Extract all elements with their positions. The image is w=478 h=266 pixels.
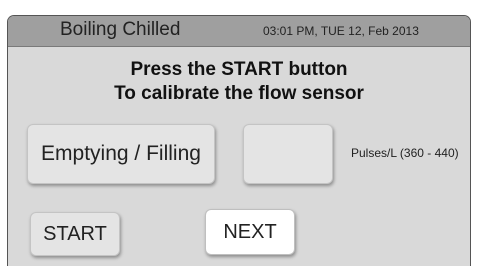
- start-button[interactable]: START: [30, 212, 120, 256]
- calibration-screen: Boiling Chilled 03:01 PM, TUE 12, Feb 20…: [7, 15, 471, 266]
- header-bar: Boiling Chilled 03:01 PM, TUE 12, Feb 20…: [8, 16, 470, 47]
- emptying-filling-button[interactable]: Emptying / Filling: [27, 124, 215, 184]
- header-title: Boiling Chilled: [60, 19, 181, 40]
- pulses-value-field[interactable]: [243, 124, 333, 184]
- next-button[interactable]: NEXT: [205, 209, 295, 255]
- pulses-range-label: Pulses/L (360 - 440): [351, 146, 459, 160]
- instruction-line-2: To calibrate the flow sensor: [114, 83, 364, 104]
- header-clock: 03:01 PM, TUE 12, Feb 2013: [263, 24, 419, 38]
- instruction-line-1: Press the START button: [130, 59, 348, 80]
